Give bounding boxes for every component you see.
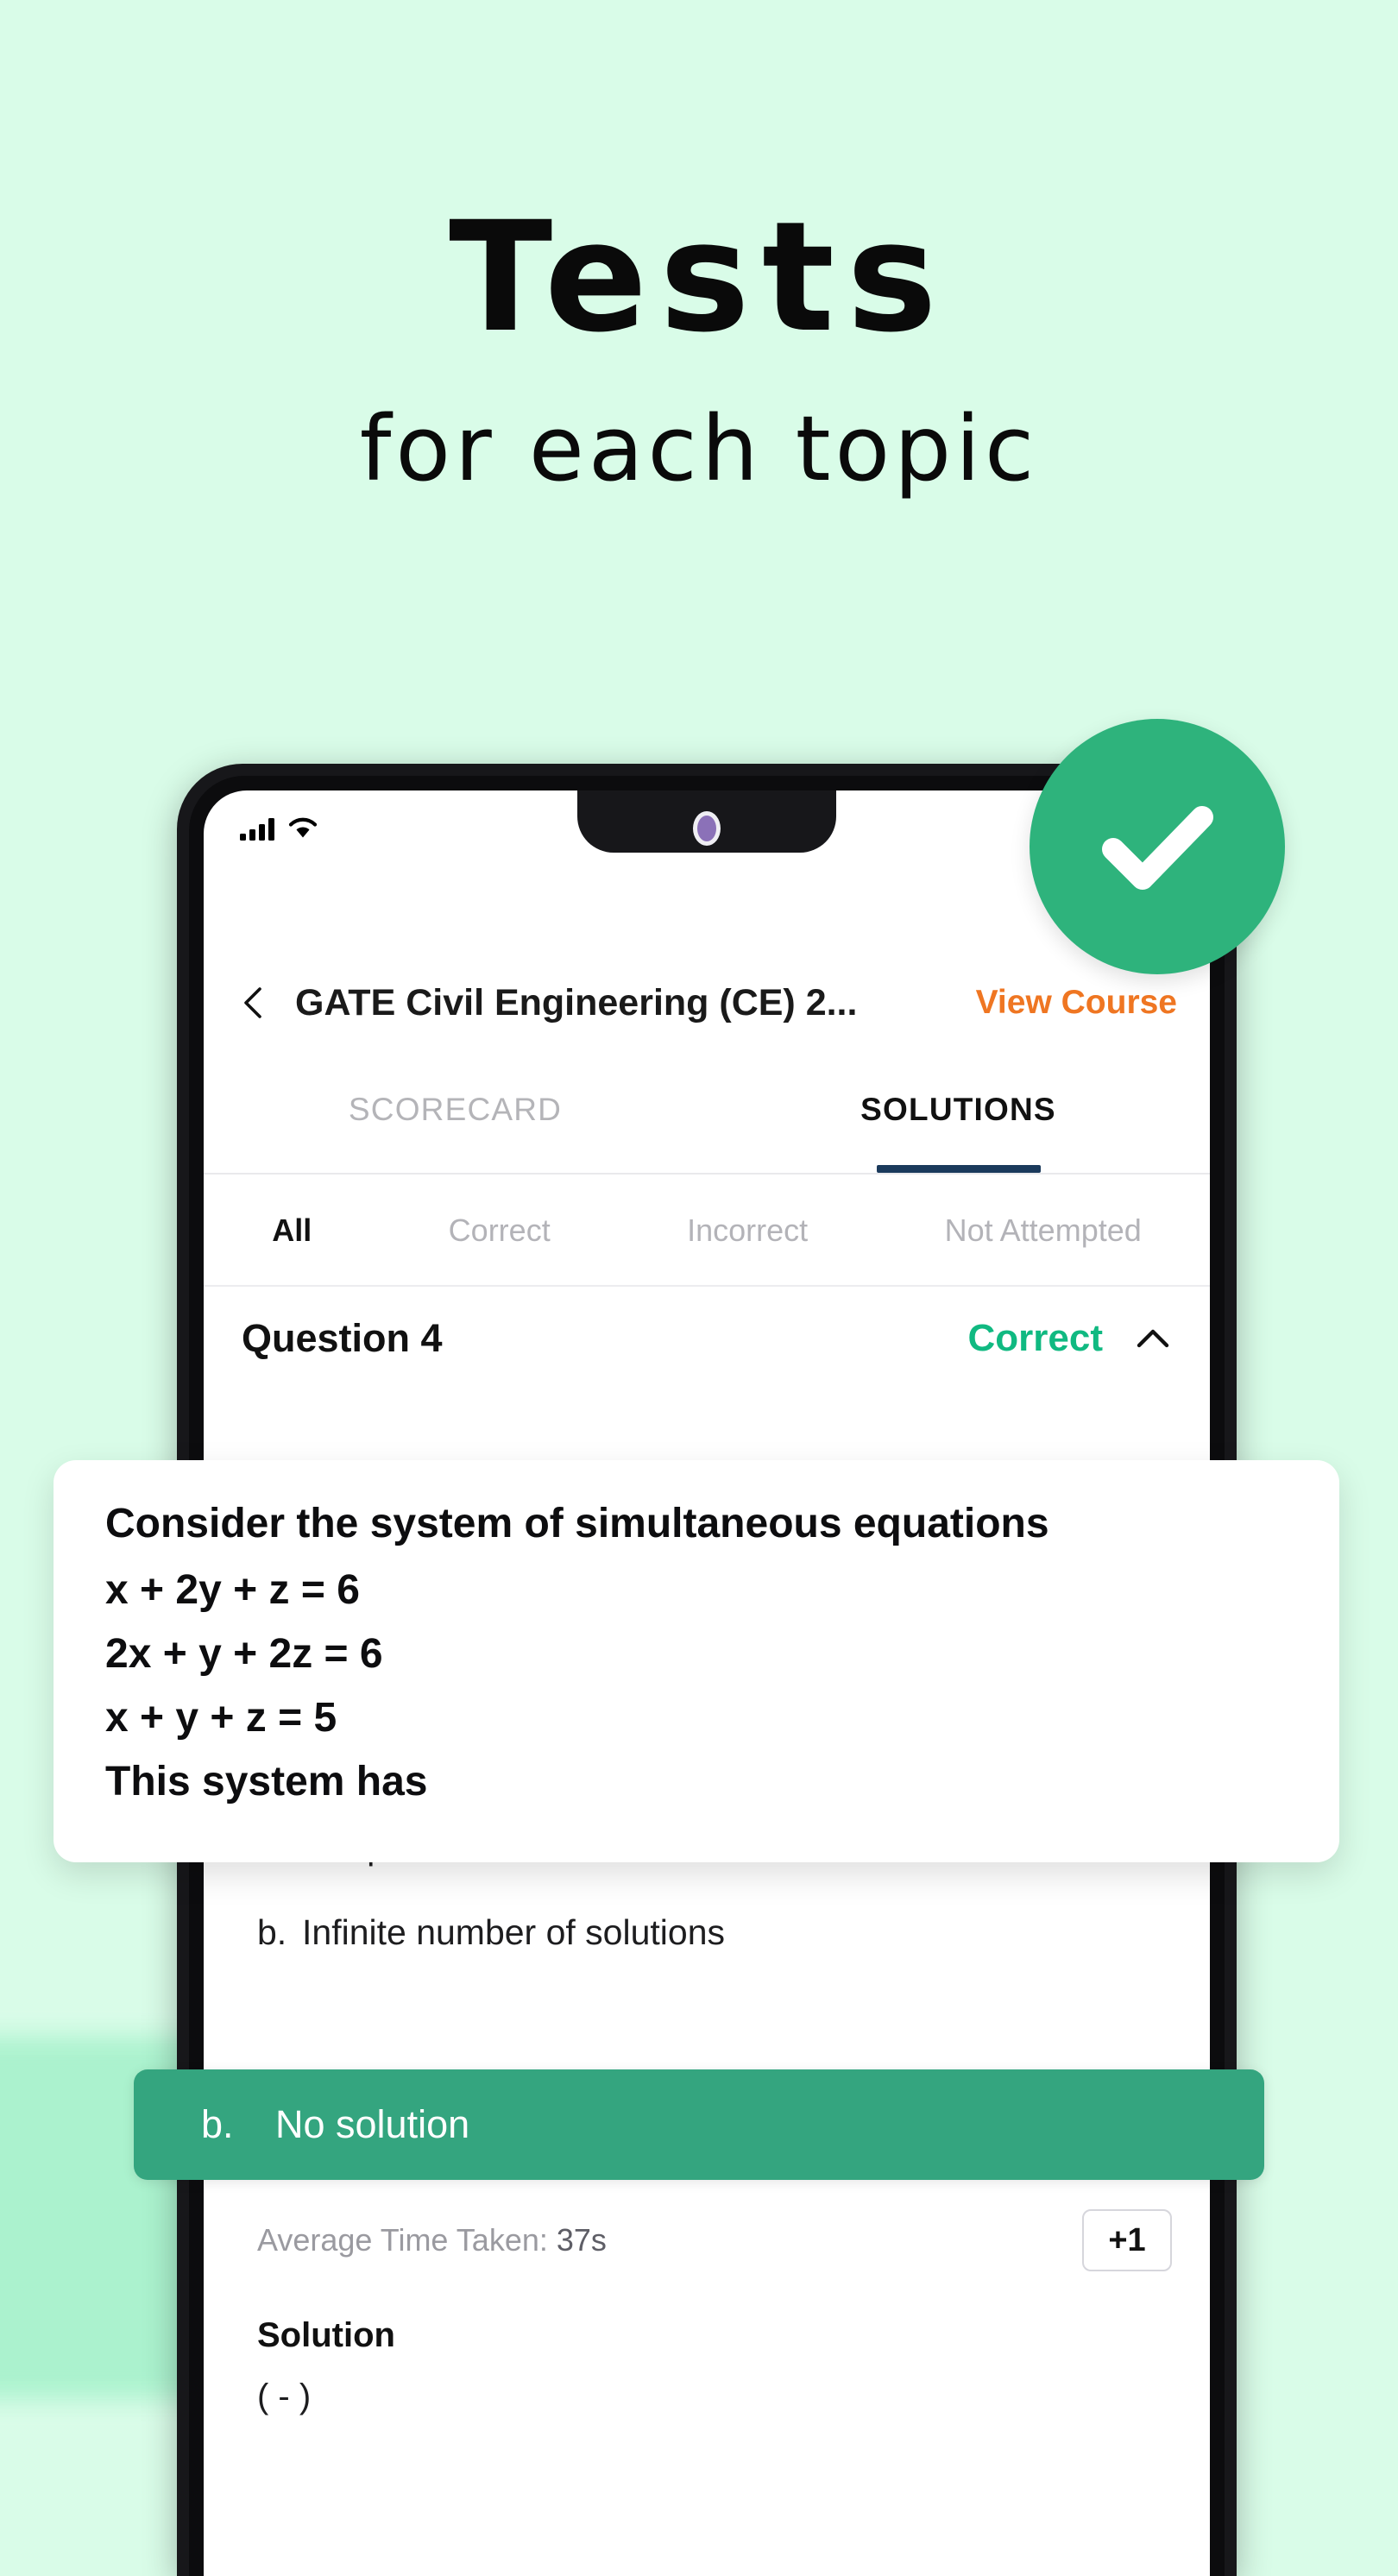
- equation-3: x + y + z = 5: [105, 1694, 337, 1741]
- signal-bars-icon: [240, 818, 274, 841]
- page-subtitle: for each topic: [359, 395, 1039, 501]
- highlighted-option-key: b.: [201, 2102, 234, 2146]
- tab-scorecard[interactable]: SCORECARD: [204, 1071, 707, 1173]
- view-course-link[interactable]: View Course: [976, 984, 1177, 1022]
- average-time-value: 37s: [556, 2222, 607, 2258]
- front-camera-icon: [693, 811, 721, 846]
- question-stem: Consider the system of simultaneous equa…: [105, 1501, 1049, 1546]
- question-header-row[interactable]: Question 4 Correct: [204, 1287, 1210, 1390]
- highlighted-option-label: No solution: [275, 2102, 470, 2146]
- solution-snippet: ( - ): [257, 2378, 312, 2415]
- equation-2: 2x + y + 2z = 6: [105, 1630, 383, 1677]
- filter-correct[interactable]: Correct: [380, 1212, 618, 1249]
- tab-solutions[interactable]: SOLUTIONS: [707, 1071, 1210, 1173]
- filter-not-attempted[interactable]: Not Attempted: [876, 1212, 1210, 1249]
- wifi-icon: [288, 816, 318, 843]
- status-badge: Correct: [967, 1317, 1104, 1359]
- chevron-up-icon[interactable]: [1134, 1326, 1172, 1351]
- filter-all[interactable]: All: [204, 1212, 380, 1249]
- question-tail: This system has: [105, 1758, 428, 1804]
- filter-bar: All Correct Incorrect Not Attempted: [204, 1176, 1210, 1287]
- status-bar-left: [240, 816, 318, 843]
- question-number-label: Question 4: [242, 1316, 443, 1360]
- main-tab-bar: SCORECARD SOLUTIONS: [204, 1071, 1210, 1175]
- filter-incorrect[interactable]: Incorrect: [619, 1212, 876, 1249]
- chevron-left-icon[interactable]: [236, 985, 273, 1021]
- average-time-row: Average Time Taken: 37s +1: [242, 2209, 1172, 2271]
- option-b-infinite[interactable]: b. Infinite number of solutions: [242, 1890, 1172, 1975]
- page-title: Tests: [449, 189, 949, 366]
- highlighted-correct-option[interactable]: b. No solution: [134, 2069, 1264, 2180]
- solution-heading: Solution: [257, 2316, 395, 2354]
- option-key: b.: [257, 1912, 287, 1952]
- promo-headline-block: Tests for each topic: [0, 198, 1398, 498]
- equation-1: x + 2y + z = 6: [105, 1566, 360, 1613]
- course-title: GATE Civil Engineering (CE) 2...: [295, 981, 858, 1023]
- check-circle-icon: [1030, 719, 1285, 974]
- question-overlay-card: Consider the system of simultaneous equa…: [54, 1460, 1339, 1862]
- score-badge: +1: [1082, 2209, 1172, 2271]
- average-time-label: Average Time Taken:: [257, 2222, 548, 2258]
- app-header: GATE Civil Engineering (CE) 2... View Co…: [204, 954, 1210, 1051]
- option-label: Infinite number of solutions: [302, 1912, 725, 1952]
